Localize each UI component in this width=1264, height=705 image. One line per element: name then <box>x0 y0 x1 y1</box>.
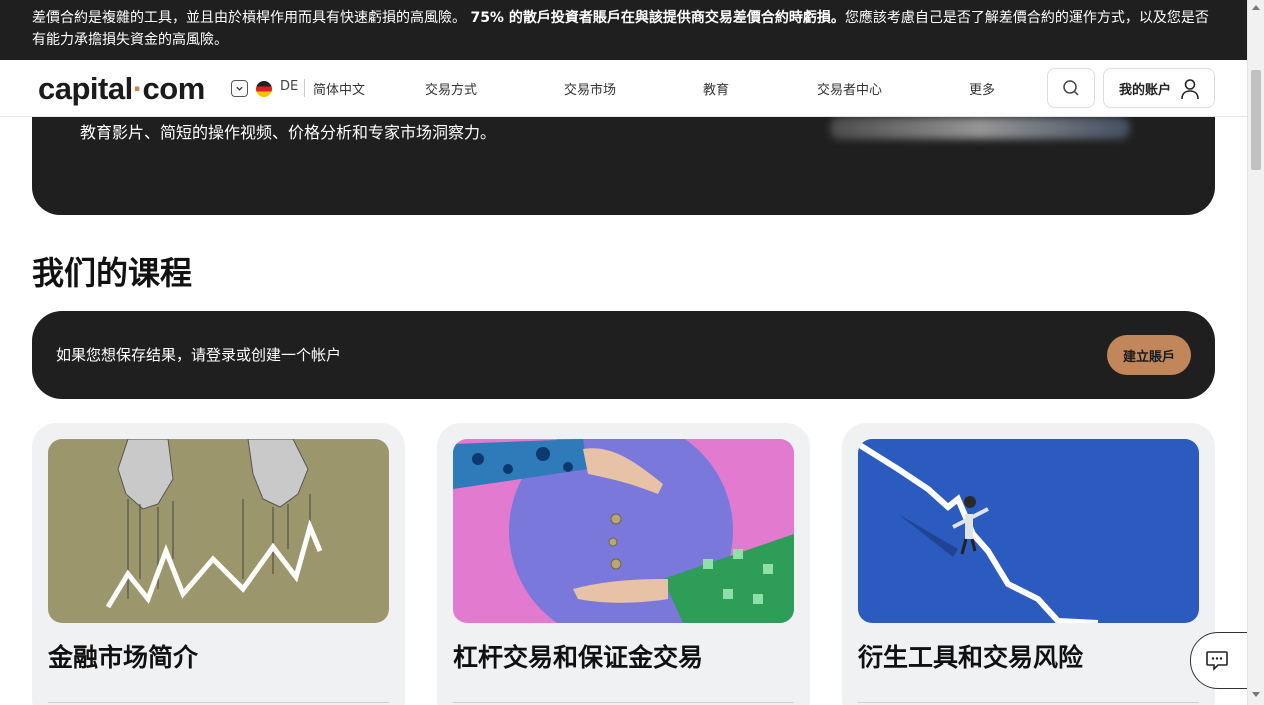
capital-com-logo[interactable]: capital·com <box>38 71 205 107</box>
course-title[interactable]: 金融市场简介 <box>48 638 198 674</box>
scroll-down-arrow[interactable] <box>1252 692 1260 697</box>
logo-dot: · <box>132 71 143 106</box>
account-label: 我的账户 <box>1119 82 1172 98</box>
chevron-down-icon[interactable] <box>231 80 248 97</box>
section-title: 我们的课程 <box>32 254 193 292</box>
course-card[interactable]: 杠杆交易和保证金交易 <box>437 423 810 705</box>
scroll-thumb[interactable] <box>1251 70 1261 170</box>
course-title[interactable]: 衍生工具和交易风险 <box>858 638 1083 674</box>
germany-flag-icon[interactable] <box>256 81 272 97</box>
hero-image <box>830 117 1130 139</box>
nav-education[interactable]: 教育 <box>703 79 729 98</box>
nav-markets[interactable]: 交易市场 <box>564 79 616 98</box>
nav-more[interactable]: 更多 <box>969 79 995 98</box>
nav-trading-ways[interactable]: 交易方式 <box>425 79 477 98</box>
education-hero: 教育影片、简短的操作视频、价格分析和专家市场洞察力。 <box>32 117 1215 215</box>
course-title[interactable]: 杠杆交易和保证金交易 <box>453 638 703 674</box>
site-header: capital·com DE 简体中文 交易方式 交易市场 教育 交易者中心 更… <box>0 60 1247 117</box>
nav-traders-hub[interactable]: 交易者中心 <box>817 79 882 98</box>
user-icon <box>1181 79 1199 100</box>
chat-support-button[interactable] <box>1190 632 1250 689</box>
create-account-button[interactable]: 建立賬戶 <box>1107 335 1191 375</box>
language-divider <box>304 79 305 97</box>
course-card[interactable]: 衍生工具和交易风险 <box>842 423 1215 705</box>
language-selector[interactable]: 简体中文 <box>313 79 365 98</box>
page-scrollbar[interactable] <box>1247 0 1264 705</box>
card-divider <box>453 702 794 703</box>
logo-text-1: capital <box>38 71 133 106</box>
risk-text-bold: 75% 的散戶投資者賬戶在與該提供商交易差價合約時虧損。 <box>470 10 845 26</box>
coins-hands-image <box>453 439 794 623</box>
card-divider <box>858 702 1199 703</box>
hero-description: 教育影片、简短的操作视频、价格分析和专家市场洞察力。 <box>80 123 497 142</box>
puppet-hands-chart-image <box>48 439 389 623</box>
man-on-falling-chart-image <box>858 439 1199 623</box>
search-button[interactable] <box>1047 68 1095 108</box>
risk-text-1: 差價合約是複雜的工具，並且由於槓桿作用而具有快速虧損的高風險。 <box>32 10 466 26</box>
save-progress-banner: 如果您想保存结果，请登录或创建一个帐户 建立賬戶 <box>32 311 1215 399</box>
save-progress-text: 如果您想保存结果，请登录或创建一个帐户 <box>56 346 342 364</box>
region-code[interactable]: DE <box>280 79 298 94</box>
chat-icon <box>1206 650 1228 671</box>
search-icon <box>1063 80 1079 96</box>
scroll-up-arrow[interactable] <box>1252 5 1260 10</box>
course-card[interactable]: 金融市场简介 <box>32 423 405 705</box>
logo-text-2: com <box>142 71 206 106</box>
risk-warning-banner: 差價合約是複雜的工具，並且由於槓桿作用而具有快速虧損的高風險。 75% 的散戶投… <box>0 0 1247 60</box>
my-account-button[interactable]: 我的账户 <box>1103 68 1215 108</box>
card-divider <box>48 702 389 703</box>
